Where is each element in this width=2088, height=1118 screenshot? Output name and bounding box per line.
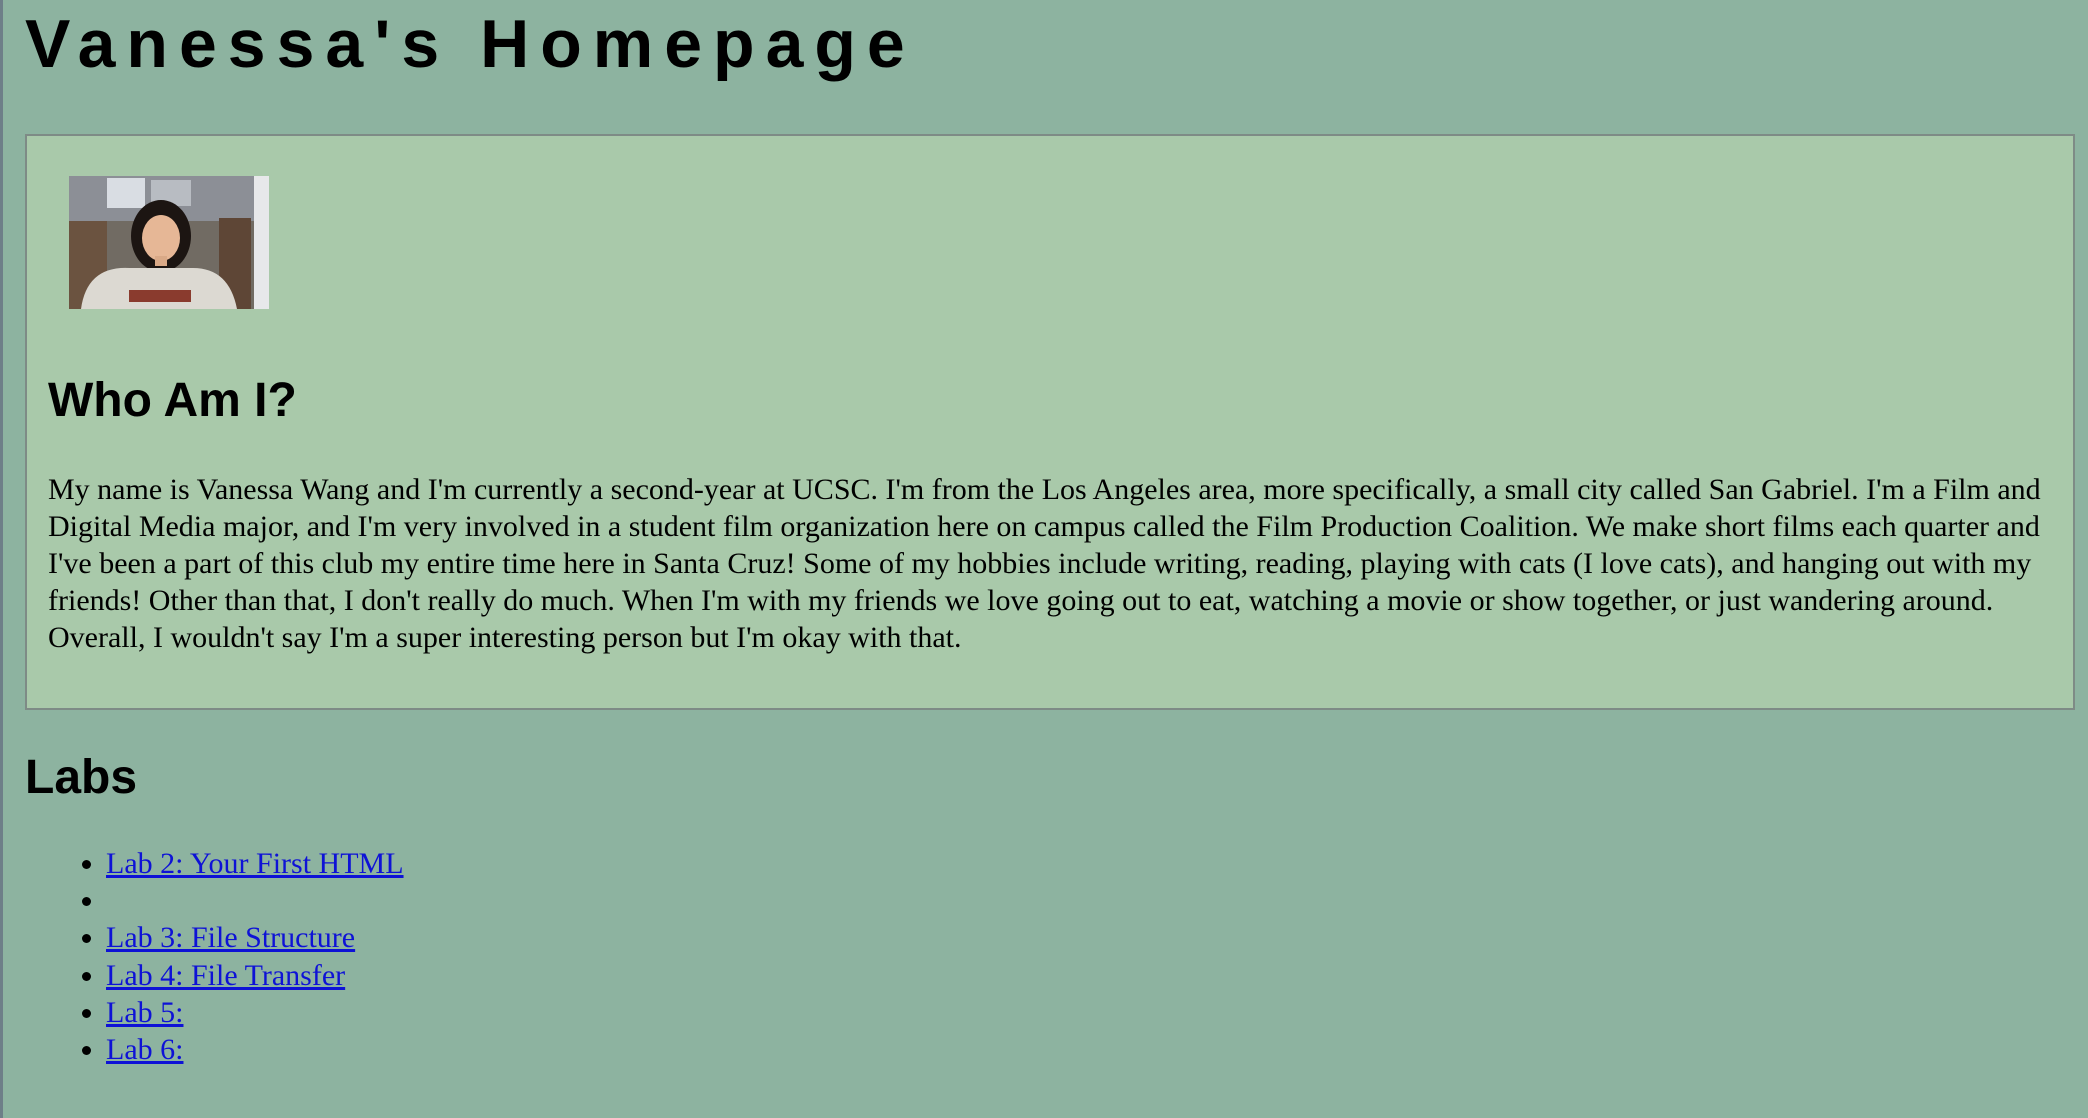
lab-6-link[interactable]: Lab 6: (106, 1033, 183, 1066)
labs-heading: Labs (25, 751, 138, 804)
list-item: Lab 3: File Structure (106, 919, 404, 956)
lab-5-link[interactable]: Lab 5: (106, 996, 183, 1029)
list-item: Lab 4: File Transfer (106, 957, 404, 994)
lab-2-link[interactable]: Lab 2: Your First HTML (106, 847, 404, 880)
lab-3-link[interactable]: Lab 3: File Structure (106, 921, 355, 954)
profile-photo-image (69, 176, 269, 309)
labs-list: Lab 2: Your First HTML Lab 3: File Struc… (25, 845, 404, 1068)
lab-4-link[interactable]: Lab 4: File Transfer (106, 959, 345, 992)
page-title: Vanessa's Homepage (25, 6, 916, 82)
list-item: Lab 5: (106, 994, 404, 1031)
profile-photo (69, 176, 269, 309)
about-section: Who Am I? My name is Vanessa Wang and I'… (25, 134, 2075, 710)
list-item (106, 882, 404, 919)
about-heading: Who Am I? (48, 374, 297, 427)
about-paragraph: My name is Vanessa Wang and I'm currentl… (48, 473, 2041, 654)
list-item: Lab 6: (106, 1031, 404, 1068)
list-item: Lab 2: Your First HTML (106, 845, 404, 882)
